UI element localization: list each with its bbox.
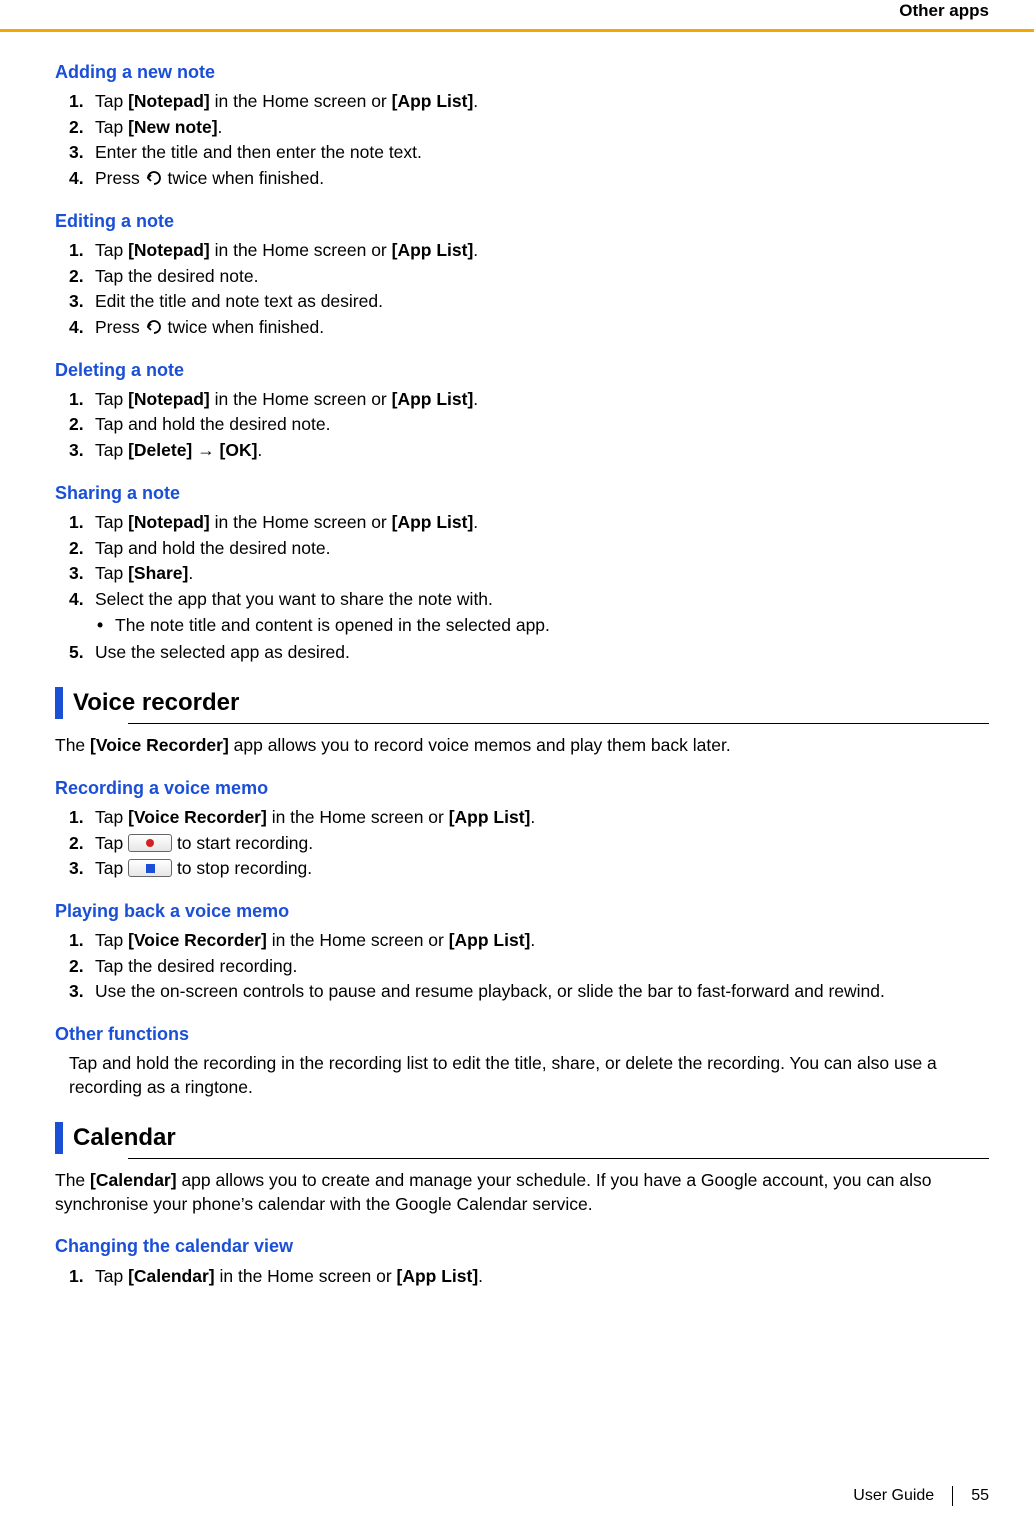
step-number: 2. bbox=[69, 116, 95, 140]
step-number: 1. bbox=[69, 90, 95, 114]
heading-accent-bar bbox=[55, 1122, 63, 1154]
heading-rule bbox=[128, 1158, 989, 1159]
steps-adding-new-note: 1. Tap [Notepad] in the Home screen or [… bbox=[55, 90, 1034, 191]
heading-editing-note: Editing a note bbox=[55, 209, 1034, 233]
step-number: 3. bbox=[69, 980, 95, 1004]
footer-separator bbox=[952, 1486, 953, 1506]
step-number: 3. bbox=[69, 562, 95, 586]
step-body: Tap [Delete] → [OK]. bbox=[95, 439, 989, 463]
step-number: 3. bbox=[69, 857, 95, 881]
step-number: 2. bbox=[69, 832, 95, 856]
bullet-body: The note title and content is opened in … bbox=[115, 614, 550, 638]
step-body: Enter the title and then enter the note … bbox=[95, 141, 989, 165]
steps-recording-memo: 1. Tap [Voice Recorder] in the Home scre… bbox=[55, 806, 1034, 881]
heading-deleting-note: Deleting a note bbox=[55, 358, 1034, 382]
step-body: Tap [Voice Recorder] in the Home screen … bbox=[95, 806, 989, 830]
step-body: Tap to stop recording. bbox=[95, 857, 989, 881]
heading-sharing-note: Sharing a note bbox=[55, 481, 1034, 505]
step-body: Tap [Calendar] in the Home screen or [Ap… bbox=[95, 1265, 989, 1289]
step-number: 1. bbox=[69, 239, 95, 263]
step-body: Use the selected app as desired. bbox=[95, 641, 989, 665]
page-footer: User Guide 55 bbox=[853, 1485, 989, 1507]
step-body: Select the app that you want to share th… bbox=[95, 588, 989, 639]
heading-recording-memo: Recording a voice memo bbox=[55, 776, 1034, 800]
steps-sharing-note: 1. Tap [Notepad] in the Home screen or [… bbox=[55, 511, 1034, 665]
heading-other-functions: Other functions bbox=[55, 1022, 1034, 1046]
back-icon bbox=[145, 169, 163, 187]
step-body: Tap to start recording. bbox=[95, 832, 989, 856]
step-body: Edit the title and note text as desired. bbox=[95, 290, 989, 314]
sub-bullet-list: • The note title and content is opened i… bbox=[95, 614, 989, 638]
record-button-icon bbox=[128, 834, 172, 852]
step-number: 3. bbox=[69, 439, 95, 463]
step-body: Tap [New note]. bbox=[95, 116, 989, 140]
steps-editing-note: 1. Tap [Notepad] in the Home screen or [… bbox=[55, 239, 1034, 340]
step-number: 1. bbox=[69, 806, 95, 830]
chapter-header: Other apps bbox=[0, 0, 1034, 29]
heading-rule bbox=[128, 723, 989, 724]
step-body: Tap and hold the desired note. bbox=[95, 413, 989, 437]
step-body: Tap [Share]. bbox=[95, 562, 989, 586]
heading-voice-recorder: Voice recorder bbox=[55, 687, 1034, 719]
bullet-icon: • bbox=[95, 614, 115, 638]
step-body: Tap [Notepad] in the Home screen or [App… bbox=[95, 388, 989, 412]
steps-playback-memo: 1. Tap [Voice Recorder] in the Home scre… bbox=[55, 929, 1034, 1004]
heading-accent-bar bbox=[55, 687, 63, 719]
step-number: 3. bbox=[69, 141, 95, 165]
step-body: Tap [Notepad] in the Home screen or [App… bbox=[95, 511, 989, 535]
step-number: 4. bbox=[69, 316, 95, 340]
step-body: Tap the desired recording. bbox=[95, 955, 989, 979]
step-body: Press twice when finished. bbox=[95, 316, 989, 340]
step-body: Press twice when finished. bbox=[95, 167, 989, 191]
voice-recorder-intro: The [Voice Recorder] app allows you to r… bbox=[55, 734, 1034, 758]
steps-changing-calendar-view: 1. Tap [Calendar] in the Home screen or … bbox=[55, 1265, 1034, 1289]
step-number: 5. bbox=[69, 641, 95, 665]
step-body: Tap [Notepad] in the Home screen or [App… bbox=[95, 90, 989, 114]
steps-deleting-note: 1. Tap [Notepad] in the Home screen or [… bbox=[55, 388, 1034, 463]
step-number: 1. bbox=[69, 929, 95, 953]
step-number: 1. bbox=[69, 1265, 95, 1289]
calendar-intro: The [Calendar] app allows you to create … bbox=[55, 1169, 1034, 1216]
step-body: Tap [Notepad] in the Home screen or [App… bbox=[95, 239, 989, 263]
other-functions-body: Tap and hold the recording in the record… bbox=[69, 1052, 1034, 1099]
step-number: 4. bbox=[69, 167, 95, 191]
step-number: 3. bbox=[69, 290, 95, 314]
step-body: Tap [Voice Recorder] in the Home screen … bbox=[95, 929, 989, 953]
step-number: 2. bbox=[69, 413, 95, 437]
step-number: 2. bbox=[69, 955, 95, 979]
step-body: Tap and hold the desired note. bbox=[95, 537, 989, 561]
step-body: Tap the desired note. bbox=[95, 265, 989, 289]
footer-label: User Guide bbox=[853, 1485, 934, 1507]
heading-adding-new-note: Adding a new note bbox=[55, 60, 1034, 84]
step-number: 2. bbox=[69, 537, 95, 561]
heading-playback-memo: Playing back a voice memo bbox=[55, 899, 1034, 923]
heading-calendar: Calendar bbox=[55, 1122, 1034, 1154]
step-number: 1. bbox=[69, 511, 95, 535]
heading-changing-calendar-view: Changing the calendar view bbox=[55, 1234, 1034, 1258]
step-number: 1. bbox=[69, 388, 95, 412]
stop-button-icon bbox=[128, 859, 172, 877]
step-number: 4. bbox=[69, 588, 95, 612]
step-number: 2. bbox=[69, 265, 95, 289]
header-rule bbox=[0, 29, 1034, 32]
page-number: 55 bbox=[971, 1485, 989, 1507]
back-icon bbox=[145, 318, 163, 336]
step-body: Use the on-screen controls to pause and … bbox=[95, 980, 989, 1004]
